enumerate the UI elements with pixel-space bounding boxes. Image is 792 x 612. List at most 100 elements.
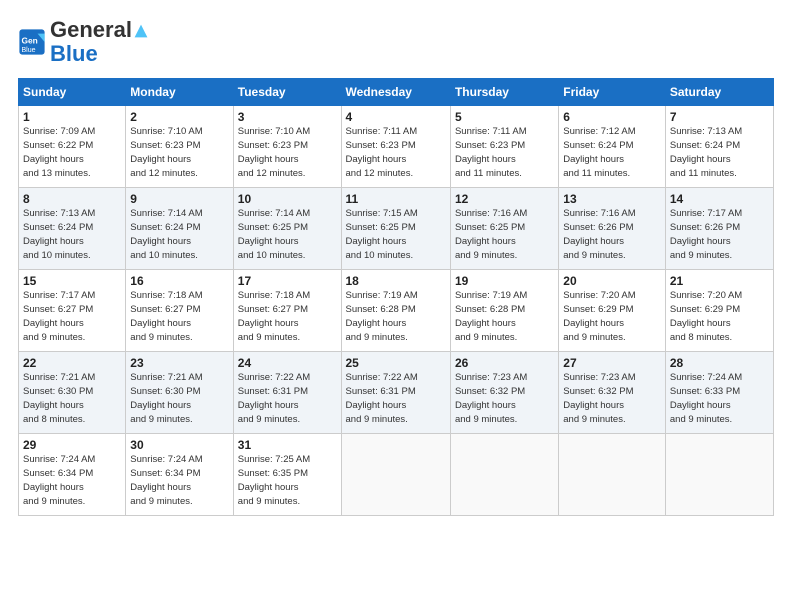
calendar-row: 8 Sunrise: 7:13 AMSunset: 6:24 PMDayligh… [19, 188, 774, 270]
day-number: 22 [23, 356, 121, 370]
calendar-cell: 18 Sunrise: 7:19 AMSunset: 6:28 PMDaylig… [341, 270, 450, 352]
day-info: Sunrise: 7:17 AMSunset: 6:26 PMDaylight … [670, 208, 742, 260]
logo-blue: Blue [50, 42, 150, 66]
day-number: 29 [23, 438, 121, 452]
day-number: 27 [563, 356, 661, 370]
day-info: Sunrise: 7:10 AMSunset: 6:23 PMDaylight … [238, 126, 310, 178]
calendar-cell: 8 Sunrise: 7:13 AMSunset: 6:24 PMDayligh… [19, 188, 126, 270]
day-info: Sunrise: 7:21 AMSunset: 6:30 PMDaylight … [23, 372, 95, 424]
calendar-row: 15 Sunrise: 7:17 AMSunset: 6:27 PMDaylig… [19, 270, 774, 352]
calendar-cell: 2 Sunrise: 7:10 AMSunset: 6:23 PMDayligh… [126, 106, 233, 188]
day-number: 10 [238, 192, 337, 206]
day-info: Sunrise: 7:15 AMSunset: 6:25 PMDaylight … [346, 208, 418, 260]
logo-name: General [50, 18, 150, 42]
calendar-cell: 11 Sunrise: 7:15 AMSunset: 6:25 PMDaylig… [341, 188, 450, 270]
calendar-cell: 1 Sunrise: 7:09 AMSunset: 6:22 PMDayligh… [19, 106, 126, 188]
calendar-cell [341, 434, 450, 516]
day-info: Sunrise: 7:19 AMSunset: 6:28 PMDaylight … [455, 290, 527, 342]
page: Gen Blue General Blue Sunday Monday Tues… [0, 0, 792, 526]
calendar-cell: 21 Sunrise: 7:20 AMSunset: 6:29 PMDaylig… [665, 270, 773, 352]
svg-text:Blue: Blue [22, 47, 36, 54]
day-number: 3 [238, 110, 337, 124]
col-thursday: Thursday [450, 79, 558, 106]
calendar-cell: 15 Sunrise: 7:17 AMSunset: 6:27 PMDaylig… [19, 270, 126, 352]
col-friday: Friday [559, 79, 666, 106]
day-number: 7 [670, 110, 769, 124]
day-info: Sunrise: 7:21 AMSunset: 6:30 PMDaylight … [130, 372, 202, 424]
calendar-row: 1 Sunrise: 7:09 AMSunset: 6:22 PMDayligh… [19, 106, 774, 188]
calendar-cell: 10 Sunrise: 7:14 AMSunset: 6:25 PMDaylig… [233, 188, 341, 270]
day-number: 2 [130, 110, 228, 124]
logo-icon: Gen Blue [18, 28, 46, 56]
calendar-cell: 27 Sunrise: 7:23 AMSunset: 6:32 PMDaylig… [559, 352, 666, 434]
day-number: 31 [238, 438, 337, 452]
calendar-row: 29 Sunrise: 7:24 AMSunset: 6:34 PMDaylig… [19, 434, 774, 516]
weekday-header-row: Sunday Monday Tuesday Wednesday Thursday… [19, 79, 774, 106]
svg-text:Gen: Gen [22, 36, 38, 46]
day-number: 5 [455, 110, 554, 124]
day-number: 8 [23, 192, 121, 206]
calendar-cell: 25 Sunrise: 7:22 AMSunset: 6:31 PMDaylig… [341, 352, 450, 434]
day-number: 12 [455, 192, 554, 206]
day-info: Sunrise: 7:24 AMSunset: 6:34 PMDaylight … [130, 454, 202, 506]
day-info: Sunrise: 7:24 AMSunset: 6:34 PMDaylight … [23, 454, 95, 506]
day-number: 18 [346, 274, 446, 288]
day-number: 6 [563, 110, 661, 124]
calendar-cell: 16 Sunrise: 7:18 AMSunset: 6:27 PMDaylig… [126, 270, 233, 352]
day-number: 9 [130, 192, 228, 206]
calendar-cell: 29 Sunrise: 7:24 AMSunset: 6:34 PMDaylig… [19, 434, 126, 516]
calendar-cell: 30 Sunrise: 7:24 AMSunset: 6:34 PMDaylig… [126, 434, 233, 516]
day-info: Sunrise: 7:20 AMSunset: 6:29 PMDaylight … [563, 290, 635, 342]
day-number: 14 [670, 192, 769, 206]
calendar-cell: 20 Sunrise: 7:20 AMSunset: 6:29 PMDaylig… [559, 270, 666, 352]
day-number: 11 [346, 192, 446, 206]
calendar-cell: 19 Sunrise: 7:19 AMSunset: 6:28 PMDaylig… [450, 270, 558, 352]
day-number: 30 [130, 438, 228, 452]
day-info: Sunrise: 7:23 AMSunset: 6:32 PMDaylight … [563, 372, 635, 424]
col-monday: Monday [126, 79, 233, 106]
calendar-cell: 12 Sunrise: 7:16 AMSunset: 6:25 PMDaylig… [450, 188, 558, 270]
day-number: 1 [23, 110, 121, 124]
calendar-cell: 6 Sunrise: 7:12 AMSunset: 6:24 PMDayligh… [559, 106, 666, 188]
day-info: Sunrise: 7:20 AMSunset: 6:29 PMDaylight … [670, 290, 742, 342]
calendar-cell: 22 Sunrise: 7:21 AMSunset: 6:30 PMDaylig… [19, 352, 126, 434]
day-number: 16 [130, 274, 228, 288]
day-info: Sunrise: 7:11 AMSunset: 6:23 PMDaylight … [346, 126, 418, 178]
day-info: Sunrise: 7:17 AMSunset: 6:27 PMDaylight … [23, 290, 95, 342]
day-info: Sunrise: 7:10 AMSunset: 6:23 PMDaylight … [130, 126, 202, 178]
calendar-cell: 17 Sunrise: 7:18 AMSunset: 6:27 PMDaylig… [233, 270, 341, 352]
calendar-cell [450, 434, 558, 516]
day-info: Sunrise: 7:19 AMSunset: 6:28 PMDaylight … [346, 290, 418, 342]
calendar-cell: 4 Sunrise: 7:11 AMSunset: 6:23 PMDayligh… [341, 106, 450, 188]
calendar-cell: 7 Sunrise: 7:13 AMSunset: 6:24 PMDayligh… [665, 106, 773, 188]
calendar: Sunday Monday Tuesday Wednesday Thursday… [18, 78, 774, 516]
calendar-cell: 28 Sunrise: 7:24 AMSunset: 6:33 PMDaylig… [665, 352, 773, 434]
calendar-cell: 14 Sunrise: 7:17 AMSunset: 6:26 PMDaylig… [665, 188, 773, 270]
day-number: 19 [455, 274, 554, 288]
day-info: Sunrise: 7:22 AMSunset: 6:31 PMDaylight … [238, 372, 310, 424]
calendar-cell: 13 Sunrise: 7:16 AMSunset: 6:26 PMDaylig… [559, 188, 666, 270]
header: Gen Blue General Blue [18, 18, 774, 66]
day-info: Sunrise: 7:16 AMSunset: 6:25 PMDaylight … [455, 208, 527, 260]
day-info: Sunrise: 7:13 AMSunset: 6:24 PMDaylight … [23, 208, 95, 260]
col-tuesday: Tuesday [233, 79, 341, 106]
day-info: Sunrise: 7:11 AMSunset: 6:23 PMDaylight … [455, 126, 527, 178]
day-number: 26 [455, 356, 554, 370]
calendar-cell: 26 Sunrise: 7:23 AMSunset: 6:32 PMDaylig… [450, 352, 558, 434]
calendar-cell: 3 Sunrise: 7:10 AMSunset: 6:23 PMDayligh… [233, 106, 341, 188]
day-number: 25 [346, 356, 446, 370]
day-number: 23 [130, 356, 228, 370]
day-number: 13 [563, 192, 661, 206]
calendar-row: 22 Sunrise: 7:21 AMSunset: 6:30 PMDaylig… [19, 352, 774, 434]
calendar-cell: 9 Sunrise: 7:14 AMSunset: 6:24 PMDayligh… [126, 188, 233, 270]
calendar-cell: 24 Sunrise: 7:22 AMSunset: 6:31 PMDaylig… [233, 352, 341, 434]
day-info: Sunrise: 7:13 AMSunset: 6:24 PMDaylight … [670, 126, 742, 178]
day-info: Sunrise: 7:25 AMSunset: 6:35 PMDaylight … [238, 454, 310, 506]
calendar-cell [665, 434, 773, 516]
day-info: Sunrise: 7:18 AMSunset: 6:27 PMDaylight … [130, 290, 202, 342]
calendar-cell: 31 Sunrise: 7:25 AMSunset: 6:35 PMDaylig… [233, 434, 341, 516]
day-number: 17 [238, 274, 337, 288]
day-info: Sunrise: 7:18 AMSunset: 6:27 PMDaylight … [238, 290, 310, 342]
day-number: 15 [23, 274, 121, 288]
col-saturday: Saturday [665, 79, 773, 106]
